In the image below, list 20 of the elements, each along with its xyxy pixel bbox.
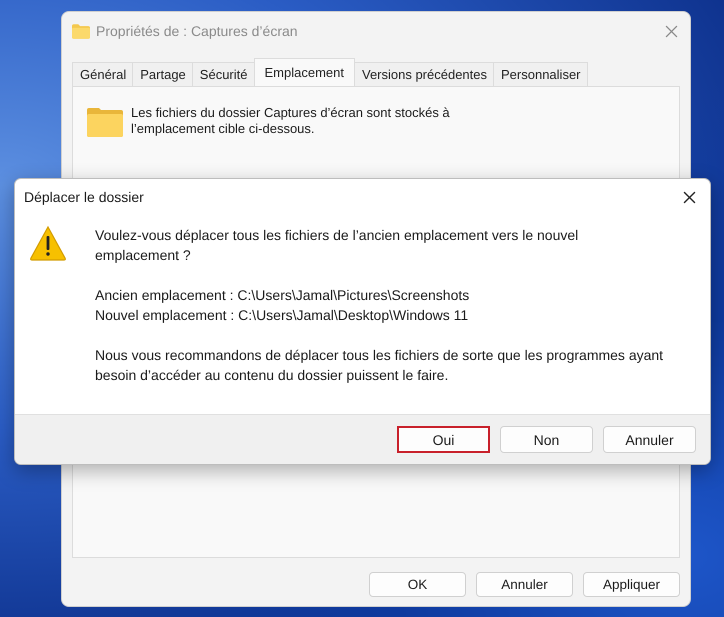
question-text: Voulez-vous déplacer tous les fichiers de l’ancien emplacement vers le nouvel emplacement ? xyxy=(95,226,580,265)
tab[interactable]: Emplacement xyxy=(254,58,355,86)
dialog-button[interactable]: Oui xyxy=(397,426,490,453)
tab[interactable]: Général xyxy=(72,62,134,86)
folder-icon xyxy=(87,107,123,137)
tab[interactable]: Personnaliser xyxy=(493,62,588,86)
dialog-title: Déplacer le dossier xyxy=(24,189,145,205)
recommendation-text: Nous vous recommandons de déplacer tous les fichiers de sorte que les programmes ayant besoin d’accéder au contenu du dossier puissent le faire. xyxy=(95,346,664,385)
dialog-button[interactable]: Appliquer xyxy=(583,572,680,597)
dialog-button[interactable]: Non xyxy=(500,426,593,453)
folder-icon xyxy=(72,24,90,38)
dialog-button[interactable]: OK xyxy=(369,572,466,597)
warning-icon xyxy=(29,225,67,261)
close-icon[interactable] xyxy=(683,190,696,204)
info-text: Les fichiers du dossier Captures d’écran sont stockés à l’emplacement cible ci-dessous. xyxy=(131,105,451,137)
new-location-text: Nouvel emplacement : C:\Users\Jamal\Desktop\Windows 11 xyxy=(95,306,470,325)
window-title: Propriétés de : Captures d’écran xyxy=(96,23,299,39)
dialog-button[interactable]: Annuler xyxy=(603,426,696,453)
dialog-button[interactable]: Annuler xyxy=(476,572,573,597)
old-location-text: Ancien emplacement : C:\Users\Jamal\Pictures\Screenshots xyxy=(95,286,470,305)
